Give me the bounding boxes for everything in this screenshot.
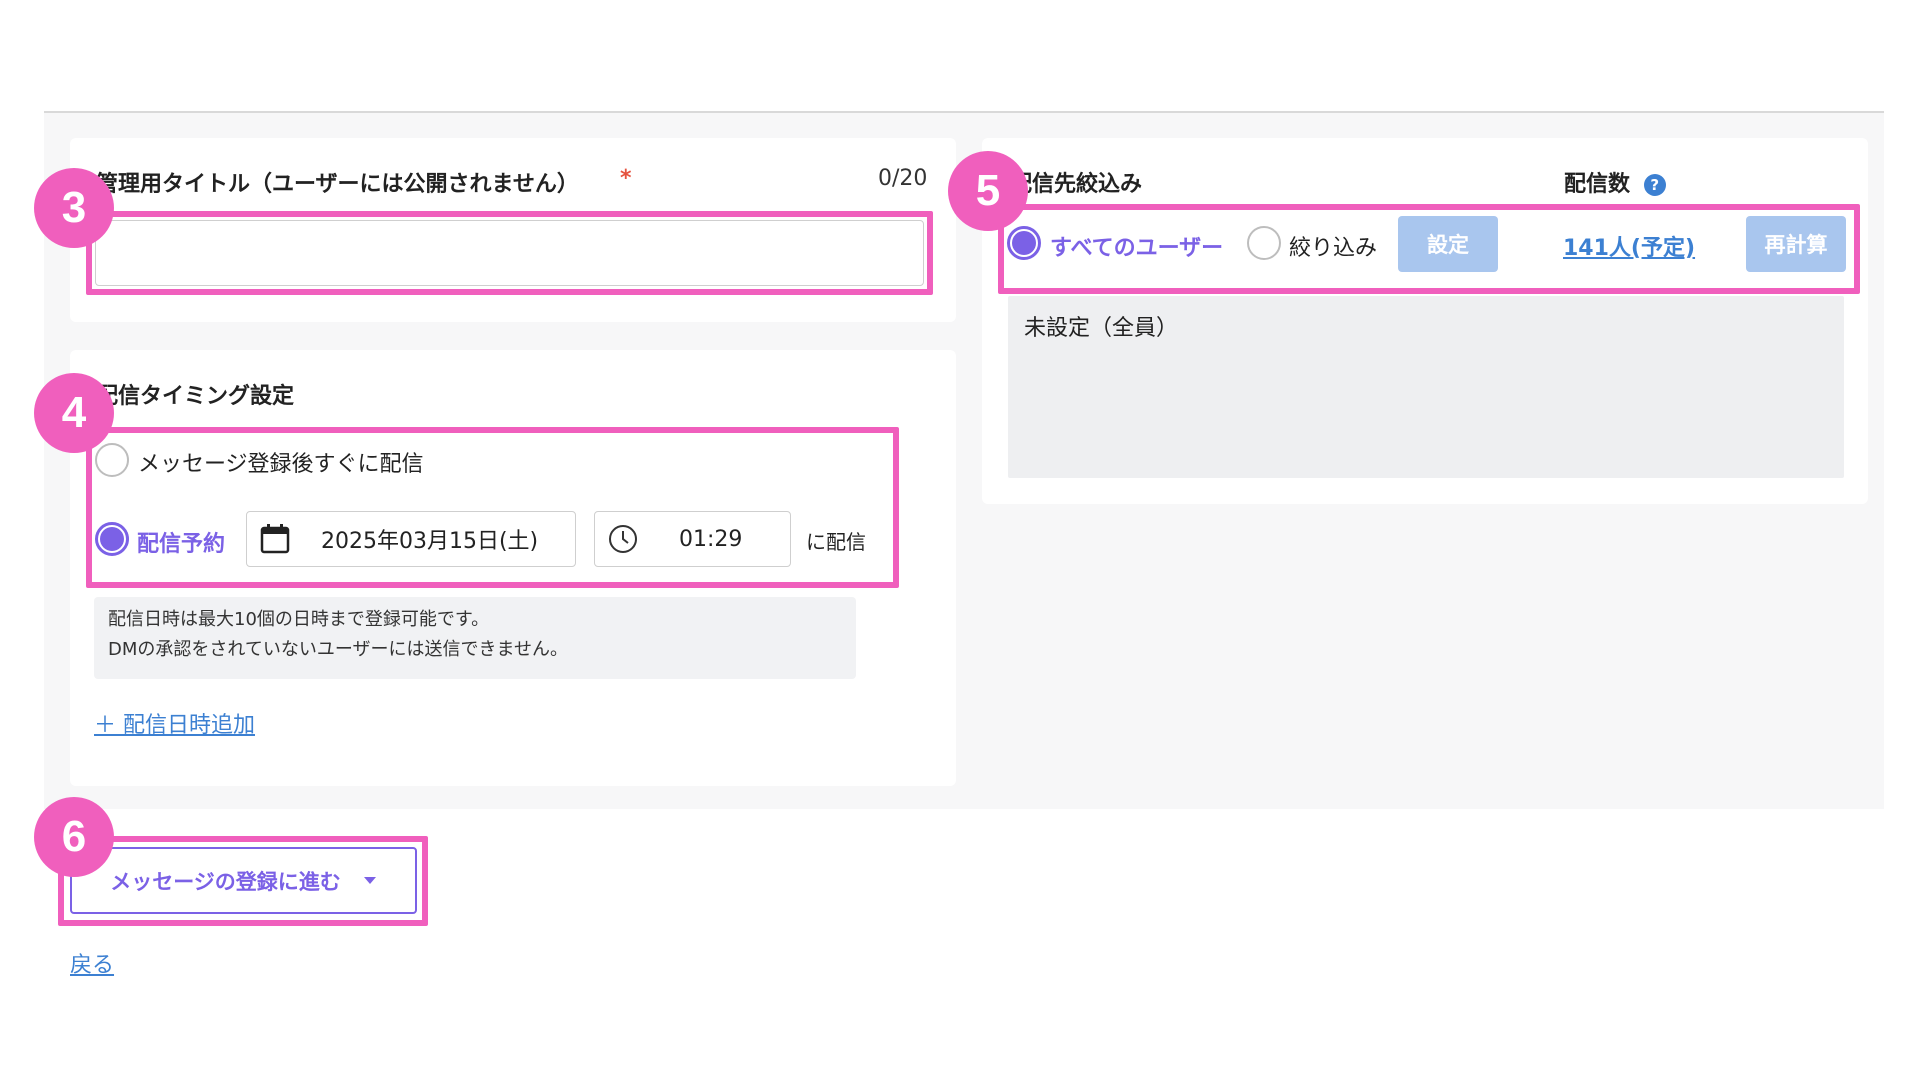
filter-summary-text: 未設定（全員） — [1024, 316, 1179, 341]
character-counter: 0/20 — [878, 166, 928, 191]
step-badge-5: 5 — [948, 151, 1028, 231]
back-link[interactable]: 戻る — [70, 947, 114, 979]
target-section-label: 配信先絞込み — [1010, 172, 1143, 197]
radio-send-immediately[interactable] — [95, 443, 129, 477]
recalculate-button[interactable]: 再計算 — [1746, 216, 1846, 272]
delivery-count-label-text: 配信数 — [1564, 172, 1631, 197]
note-line-2: DMの承認をされていないユーザーには送信できません。 — [108, 639, 568, 660]
option-send-immediately-label[interactable]: メッセージ登録後すぐに配信 — [138, 446, 424, 478]
delivery-count-label: 配信数 ? — [1564, 166, 1666, 198]
time-value: 01:29 — [679, 526, 743, 552]
radio-filter[interactable] — [1247, 226, 1281, 260]
delivery-count-link[interactable]: 141人(予定) — [1563, 230, 1695, 262]
step-badge-4: 4 — [34, 373, 114, 453]
calendar-icon — [260, 524, 290, 554]
management-title-input[interactable] — [95, 220, 924, 286]
proceed-button-label: メッセージの登録に進む — [110, 869, 341, 894]
title-field-label: 管理用タイトル（ユーザーには公開されません） — [96, 172, 579, 197]
option-scheduled-label[interactable]: 配信予約 — [137, 526, 225, 558]
proceed-to-register-button[interactable]: メッセージの登録に進む — [70, 847, 417, 914]
time-picker-field[interactable]: 01:29 — [594, 511, 791, 567]
required-mark: * — [620, 166, 632, 191]
help-icon[interactable]: ? — [1643, 174, 1666, 196]
date-picker-field[interactable]: 2025年03月15日(土) — [246, 511, 576, 567]
filter-settings-button[interactable]: 設定 — [1398, 216, 1498, 272]
step-badge-3: 3 — [34, 168, 114, 248]
option-all-users-label[interactable]: すべてのユーザー — [1050, 230, 1223, 262]
note-line-1: 配信日時は最大10個の日時まで登録可能です。 — [108, 609, 490, 630]
date-value: 2025年03月15日(土) — [321, 529, 539, 554]
deliver-suffix-label: に配信 — [806, 530, 866, 554]
radio-scheduled[interactable] — [95, 522, 129, 556]
radio-all-users[interactable] — [1007, 226, 1041, 260]
caret-down-icon — [363, 876, 376, 884]
clock-icon — [609, 525, 637, 553]
step-badge-6: 6 — [34, 797, 114, 877]
timing-section-label: 配信タイミング設定 — [96, 384, 295, 409]
add-schedule-link[interactable]: ＋ 配信日時追加 — [94, 707, 255, 739]
option-filter-label[interactable]: 絞り込み — [1289, 230, 1377, 262]
schedule-note: 配信日時は最大10個の日時まで登録可能です。 DMの承認をされていないユーザーに… — [94, 597, 856, 679]
